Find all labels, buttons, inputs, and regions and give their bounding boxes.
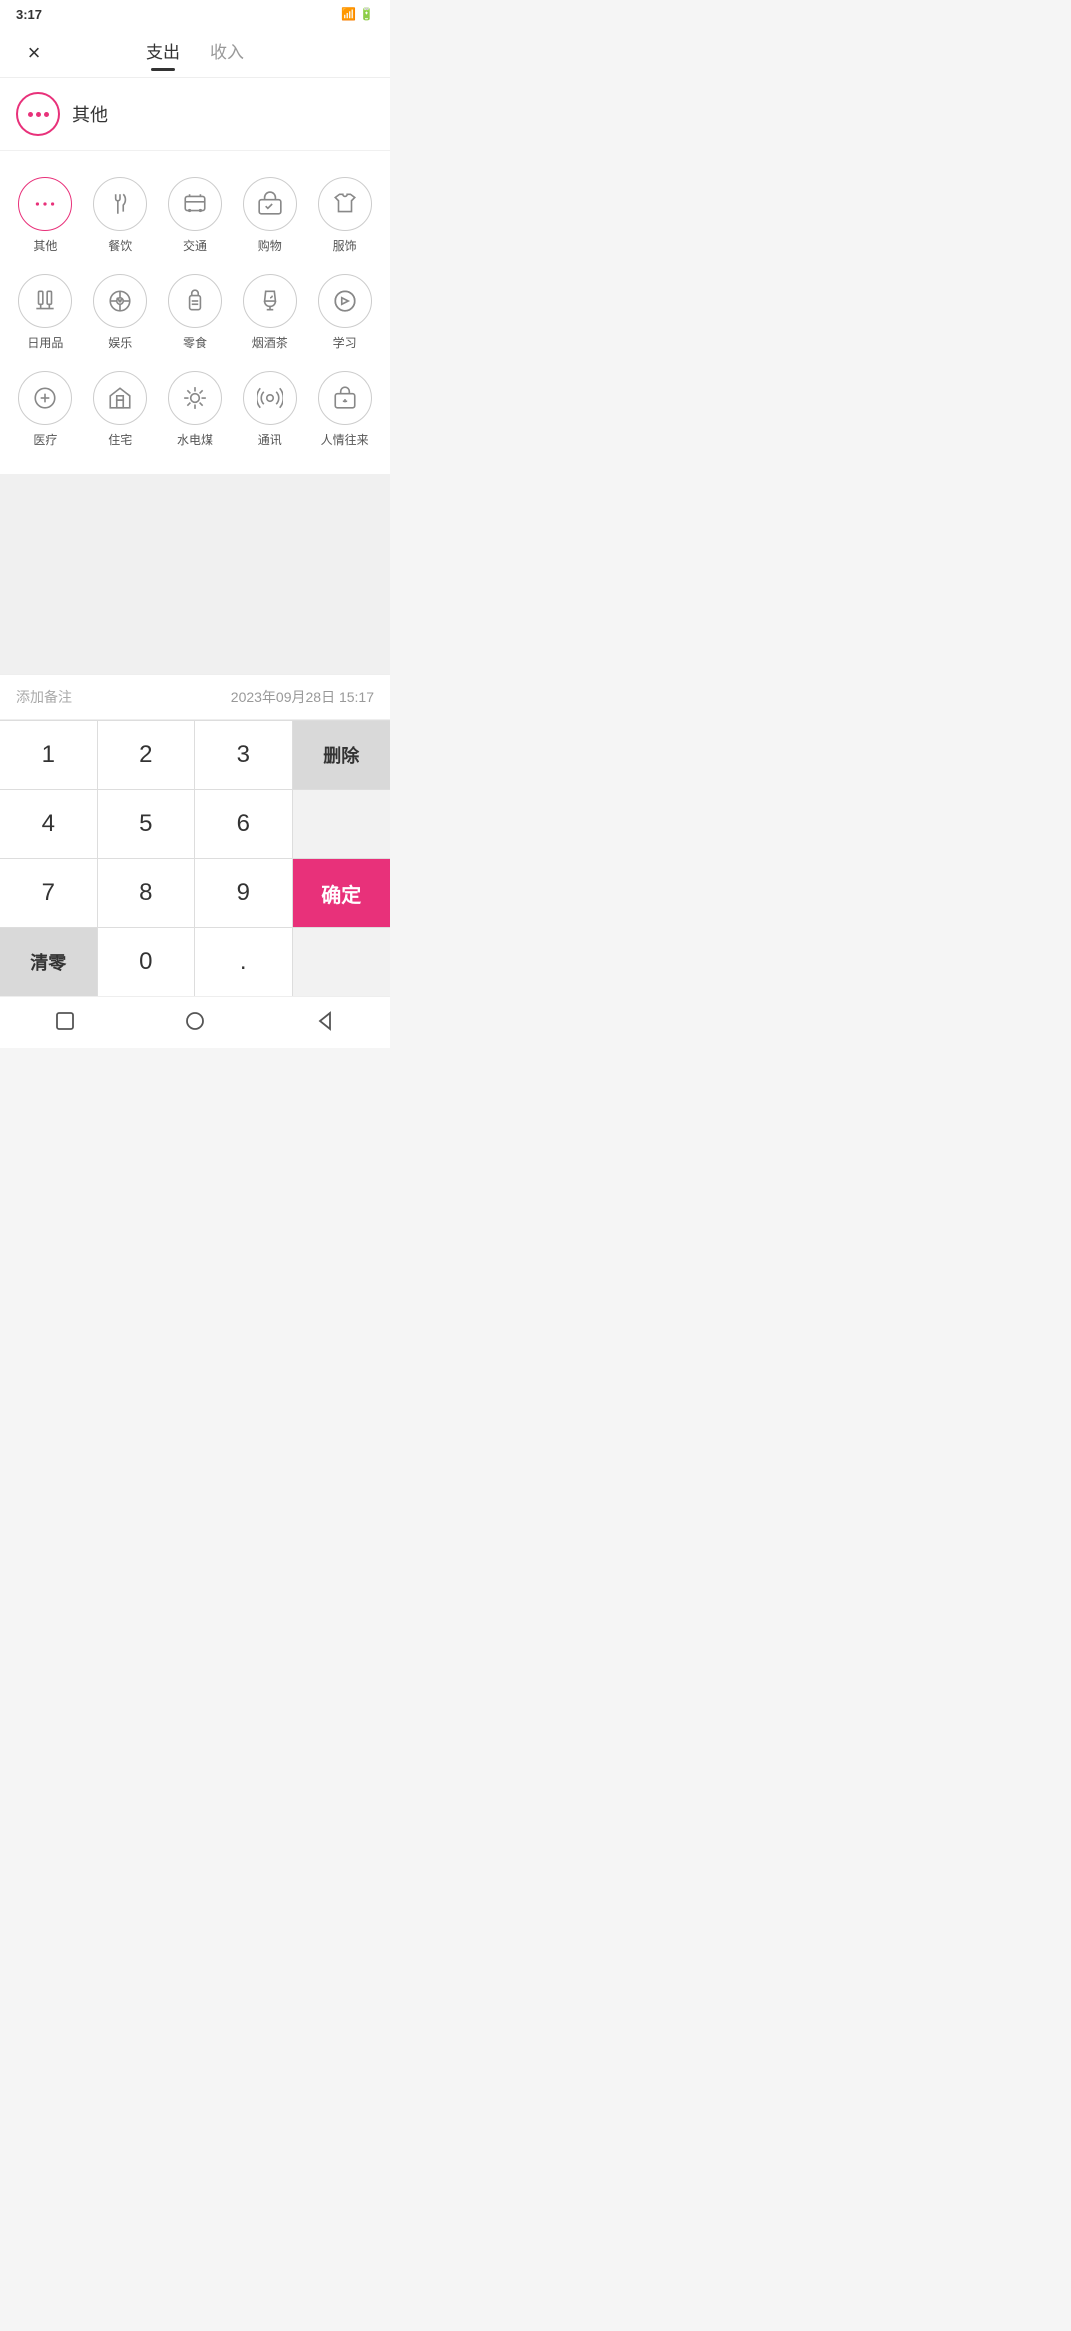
- header: × 支出 收入: [0, 28, 390, 78]
- other-icon: [18, 177, 72, 231]
- note-bar: 添加备注 2023年09月28日 15:17: [0, 674, 390, 720]
- entertainment-icon: [93, 274, 147, 328]
- transport-icon: [168, 177, 222, 231]
- note-placeholder[interactable]: 添加备注: [16, 687, 72, 707]
- key-dot[interactable]: .: [195, 928, 293, 996]
- category-item-food[interactable]: 餐饮: [83, 167, 158, 264]
- social-icon: [318, 371, 372, 425]
- housing-icon: [93, 371, 147, 425]
- snacks-icon: [168, 274, 222, 328]
- shopping-icon: [243, 177, 297, 231]
- social-label: 人情往来: [321, 431, 369, 448]
- nav-home-icon[interactable]: [177, 1003, 213, 1039]
- category-item-medical[interactable]: 医疗: [8, 361, 83, 458]
- close-button[interactable]: ×: [16, 35, 52, 71]
- category-grid: 其他 餐饮 交通: [0, 151, 390, 474]
- selected-category-label: 其他: [72, 101, 108, 127]
- category-item-clothes[interactable]: 服饰: [307, 167, 382, 264]
- category-item-comms[interactable]: 通讯: [232, 361, 307, 458]
- status-icons: 📶 🔋: [341, 7, 374, 21]
- category-item-daily[interactable]: 日用品: [8, 264, 83, 361]
- key-8[interactable]: 8: [98, 859, 196, 927]
- nav-square-icon[interactable]: [47, 1003, 83, 1039]
- category-item-snacks[interactable]: 零食: [158, 264, 233, 361]
- category-item-utilities[interactable]: 水电煤: [158, 361, 233, 458]
- key-3[interactable]: 3: [195, 721, 293, 789]
- key-5[interactable]: 5: [98, 790, 196, 858]
- other-label: 其他: [33, 237, 57, 254]
- utilities-icon: [168, 371, 222, 425]
- key-2[interactable]: 2: [98, 721, 196, 789]
- key-0[interactable]: 0: [98, 928, 196, 996]
- status-time: 3:17: [16, 7, 42, 22]
- category-item-alcohol[interactable]: 烟酒茶: [232, 264, 307, 361]
- housing-label: 住宅: [108, 431, 132, 448]
- alcohol-label: 烟酒茶: [252, 334, 288, 351]
- alcohol-icon: [243, 274, 297, 328]
- daily-icon: [18, 274, 72, 328]
- shopping-label: 购物: [258, 237, 282, 254]
- key-empty-1: [293, 790, 391, 858]
- clothes-icon: [318, 177, 372, 231]
- key-6[interactable]: 6: [195, 790, 293, 858]
- food-icon: [93, 177, 147, 231]
- dots-icon: [28, 112, 49, 117]
- key-clear[interactable]: 清零: [0, 928, 98, 996]
- tab-group: 支出 收入: [52, 38, 338, 67]
- datetime-display: 2023年09月28日 15:17: [231, 687, 374, 707]
- key-9[interactable]: 9: [195, 859, 293, 927]
- category-item-transport[interactable]: 交通: [158, 167, 233, 264]
- category-item-other[interactable]: 其他: [8, 167, 83, 264]
- selected-category-icon: [16, 92, 60, 136]
- utilities-label: 水电煤: [177, 431, 213, 448]
- keypad-row-3: 7 8 9 确定: [0, 858, 390, 927]
- entertainment-label: 娱乐: [108, 334, 132, 351]
- category-item-study[interactable]: 学习: [307, 264, 382, 361]
- category-item-entertainment[interactable]: 娱乐: [83, 264, 158, 361]
- status-bar: 3:17 📶 🔋: [0, 0, 390, 28]
- category-item-shopping[interactable]: 购物: [232, 167, 307, 264]
- category-item-housing[interactable]: 住宅: [83, 361, 158, 458]
- nav-back-icon[interactable]: [307, 1003, 343, 1039]
- snacks-label: 零食: [183, 334, 207, 351]
- key-4[interactable]: 4: [0, 790, 98, 858]
- keypad-row-4: 清零 0 .: [0, 927, 390, 996]
- key-7[interactable]: 7: [0, 859, 98, 927]
- study-icon: [318, 274, 372, 328]
- daily-label: 日用品: [27, 334, 63, 351]
- comms-icon: [243, 371, 297, 425]
- keypad: 1 2 3 删除 4 5 6 7 8 9 确定 清零 0 .: [0, 720, 390, 996]
- tab-income[interactable]: 收入: [210, 38, 244, 67]
- category-item-social[interactable]: 人情往来: [307, 361, 382, 458]
- keypad-row-1: 1 2 3 删除: [0, 720, 390, 789]
- key-empty-2: [293, 928, 391, 996]
- medical-icon: [18, 371, 72, 425]
- gray-area: [0, 474, 390, 674]
- keypad-row-2: 4 5 6: [0, 789, 390, 858]
- key-confirm[interactable]: 确定: [293, 859, 391, 927]
- medical-label: 医疗: [33, 431, 57, 448]
- nav-bar: [0, 996, 390, 1048]
- clothes-label: 服饰: [333, 237, 357, 254]
- key-1[interactable]: 1: [0, 721, 98, 789]
- food-label: 餐饮: [108, 237, 132, 254]
- tab-expense[interactable]: 支出: [146, 38, 180, 67]
- transport-label: 交通: [183, 237, 207, 254]
- selected-category: 其他: [0, 78, 390, 151]
- key-delete[interactable]: 删除: [293, 721, 391, 789]
- study-label: 学习: [333, 334, 357, 351]
- comms-label: 通讯: [258, 431, 282, 448]
